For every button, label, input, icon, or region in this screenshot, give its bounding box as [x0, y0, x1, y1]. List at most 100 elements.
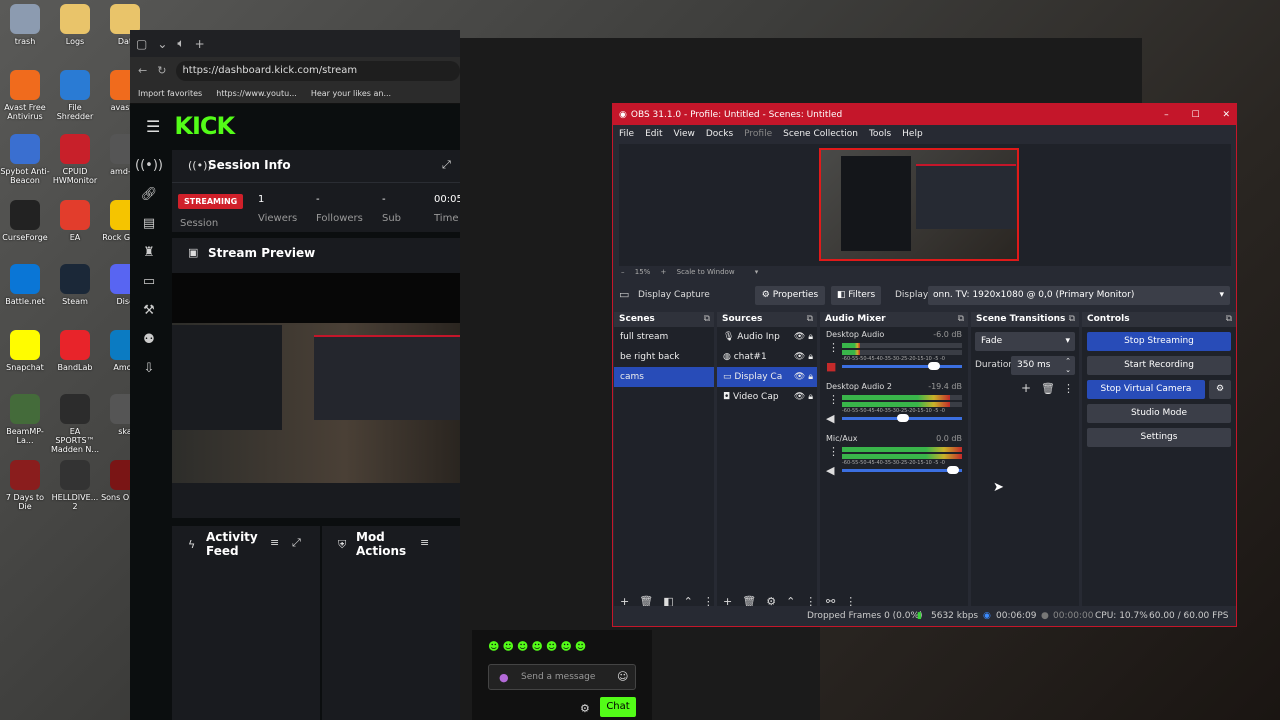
chat-input[interactable]: Send a message	[521, 672, 595, 682]
source-item[interactable]: ◘ Video Cap 👁︎ 🔒︎	[717, 387, 817, 407]
users-icon[interactable]: ⚉	[143, 332, 155, 347]
menu-file[interactable]: File	[619, 129, 634, 139]
menu-view[interactable]: View	[674, 129, 695, 139]
bookmark-soundcloud[interactable]: Hear your likes an...	[311, 89, 391, 98]
more-icon[interactable]: ⋮	[828, 393, 839, 406]
menu-scene-collection[interactable]: Scene Collection	[783, 129, 858, 139]
chevron-down-icon[interactable]: ⌄	[157, 37, 167, 51]
filter-icon[interactable]: ≡	[420, 536, 429, 549]
wrench-icon[interactable]: ⚒	[143, 303, 155, 318]
desktop-icon[interactable]: Avast Free Antivirus	[0, 70, 50, 121]
obs-preview[interactable]	[619, 144, 1231, 266]
undock-icon[interactable]: ⧉	[1226, 312, 1232, 327]
desktop-icon[interactable]: CurseForge	[0, 200, 50, 242]
display-select[interactable]: onn. TV: 1920x1080 @ 0,0 (Primary Monito…	[928, 286, 1230, 305]
expand-icon[interactable]: ⤢	[442, 158, 451, 172]
link-icon[interactable]: 🔗︎	[141, 187, 158, 202]
download-icon[interactable]: ⇩	[144, 361, 155, 376]
scene-item[interactable]: be right back	[614, 347, 714, 367]
menu-tools[interactable]: Tools	[869, 129, 891, 139]
chat-input-box[interactable]: ● Send a message ☺	[488, 664, 636, 690]
gear-icon[interactable]: ⚙	[580, 702, 590, 715]
refresh-icon[interactable]: ↻	[157, 64, 166, 77]
desktop-icon[interactable]: Spybot Anti-Beacon	[0, 134, 50, 185]
eye-lock-icons[interactable]: 👁︎ 🔒︎	[794, 347, 813, 367]
settings-button[interactable]: Settings	[1087, 428, 1231, 447]
desktop-icon[interactable]: EA SPORTS™ Madden N...	[50, 394, 100, 454]
chat-button[interactable]: Chat	[600, 697, 636, 717]
stop-virtual-camera-button[interactable]: Stop Virtual Camera	[1087, 380, 1205, 399]
menu-edit[interactable]: Edit	[645, 129, 662, 139]
zoom-in-icon[interactable]: +	[661, 268, 667, 276]
eye-lock-icons[interactable]: 👁︎ 🔒︎	[794, 387, 813, 407]
muted-speaker-icon[interactable]: ■	[826, 360, 836, 373]
stats-icon[interactable]: ▤	[143, 216, 155, 231]
preview-source-bounds[interactable]	[819, 148, 1019, 261]
undock-icon[interactable]: ⧉	[807, 312, 813, 327]
source-item[interactable]: 🎙︎ Audio Inp 👁︎ 🔒︎	[717, 327, 817, 347]
more-icon[interactable]: ⋮	[828, 341, 839, 354]
add-icon[interactable]: +	[1021, 381, 1031, 395]
undock-icon[interactable]: ⧉	[1069, 312, 1075, 327]
filters-button[interactable]: ◧ Filters	[831, 286, 881, 305]
undock-icon[interactable]: ⧉	[958, 312, 964, 327]
volume-handle[interactable]	[927, 362, 940, 370]
emoji-icon[interactable]: ☺	[617, 670, 628, 683]
tab-list-icon[interactable]: ▢	[136, 37, 147, 51]
desktop-icon[interactable]: HELLDIVE... 2	[50, 460, 100, 511]
menu-icon[interactable]: ☰	[146, 117, 160, 136]
desktop-icon[interactable]: Snapchat	[0, 330, 50, 372]
menu-help[interactable]: Help	[902, 129, 923, 139]
expand-icon[interactable]: ⤢	[292, 536, 301, 550]
start-recording-button[interactable]: Start Recording	[1087, 356, 1231, 375]
desktop-icon[interactable]: EA	[50, 200, 100, 242]
desktop-icon[interactable]: Steam	[50, 264, 100, 306]
tab-audio-icon[interactable]: 🔈︎	[177, 36, 184, 51]
source-item[interactable]: ◍ chat#1 👁︎ 🔒︎	[717, 347, 817, 367]
desktop-icon[interactable]: Logs	[50, 4, 100, 46]
filter-icon[interactable]: ≡	[270, 536, 279, 549]
trophy-icon[interactable]: ♜	[143, 245, 155, 260]
menu-docks[interactable]: Docks	[706, 129, 733, 139]
zoom-out-icon[interactable]: –	[621, 268, 625, 276]
scene-item-selected[interactable]: cams	[614, 367, 714, 387]
eye-lock-icons[interactable]: 👁︎ 🔒︎	[794, 327, 813, 347]
mic-icon[interactable]: ●	[499, 671, 509, 684]
url-field[interactable]: https://dashboard.kick.com/stream	[176, 60, 460, 81]
video-icon[interactable]: ▭	[143, 274, 155, 289]
more-icon[interactable]: ⋮	[1063, 382, 1074, 395]
studio-mode-button[interactable]: Studio Mode	[1087, 404, 1231, 423]
close-icon[interactable]: ✕	[1222, 110, 1230, 120]
volume-slider[interactable]	[842, 362, 962, 370]
menu-profile[interactable]: Profile	[744, 129, 772, 139]
chevron-down-icon[interactable]: ▾	[755, 268, 759, 276]
properties-button[interactable]: ⚙ Properties	[755, 286, 825, 305]
eye-lock-icons[interactable]: 👁︎ 🔒︎	[794, 367, 813, 387]
kick-logo[interactable]: KICK	[174, 112, 235, 140]
desktop-icon[interactable]: 7 Days to Die	[0, 460, 50, 511]
emote-bar[interactable]: ☻☻☻☻☻☻☻	[488, 640, 589, 653]
volume-slider[interactable]	[842, 466, 962, 474]
desktop-icon[interactable]: BeamMP-La...	[0, 394, 50, 445]
broadcast-icon[interactable]: ((•))	[135, 158, 163, 173]
desktop-icon[interactable]: CPUID HWMonitor	[50, 134, 100, 185]
desktop-icon[interactable]: File Shredder	[50, 70, 100, 121]
maximize-icon[interactable]: ☐	[1192, 110, 1200, 120]
virtual-camera-settings-button[interactable]: ⚙	[1209, 380, 1231, 399]
desktop-icon[interactable]: Battle.net	[0, 264, 50, 306]
trash-icon[interactable]: 🗑︎	[1041, 382, 1055, 395]
new-tab-icon[interactable]: +	[195, 37, 205, 51]
stop-streaming-button[interactable]: Stop Streaming	[1087, 332, 1231, 351]
speaker-icon[interactable]: ◀	[826, 412, 834, 425]
desktop-icon[interactable]: BandLab	[50, 330, 100, 372]
undock-icon[interactable]: ⧉	[704, 312, 710, 327]
source-item-selected[interactable]: ▭ Display Ca 👁︎ 🔒︎	[717, 367, 817, 387]
bookmark-import[interactable]: Import favorites	[138, 89, 202, 98]
bookmark-youtube[interactable]: https://www.youtu...	[216, 89, 297, 98]
volume-slider[interactable]	[842, 414, 962, 422]
volume-handle[interactable]	[946, 466, 959, 474]
transition-select[interactable]: Fade ▾	[975, 332, 1075, 351]
speaker-icon[interactable]: ◀	[826, 464, 834, 477]
minimize-icon[interactable]: –	[1164, 110, 1169, 120]
scale-dropdown[interactable]: Scale to Window	[677, 268, 735, 276]
